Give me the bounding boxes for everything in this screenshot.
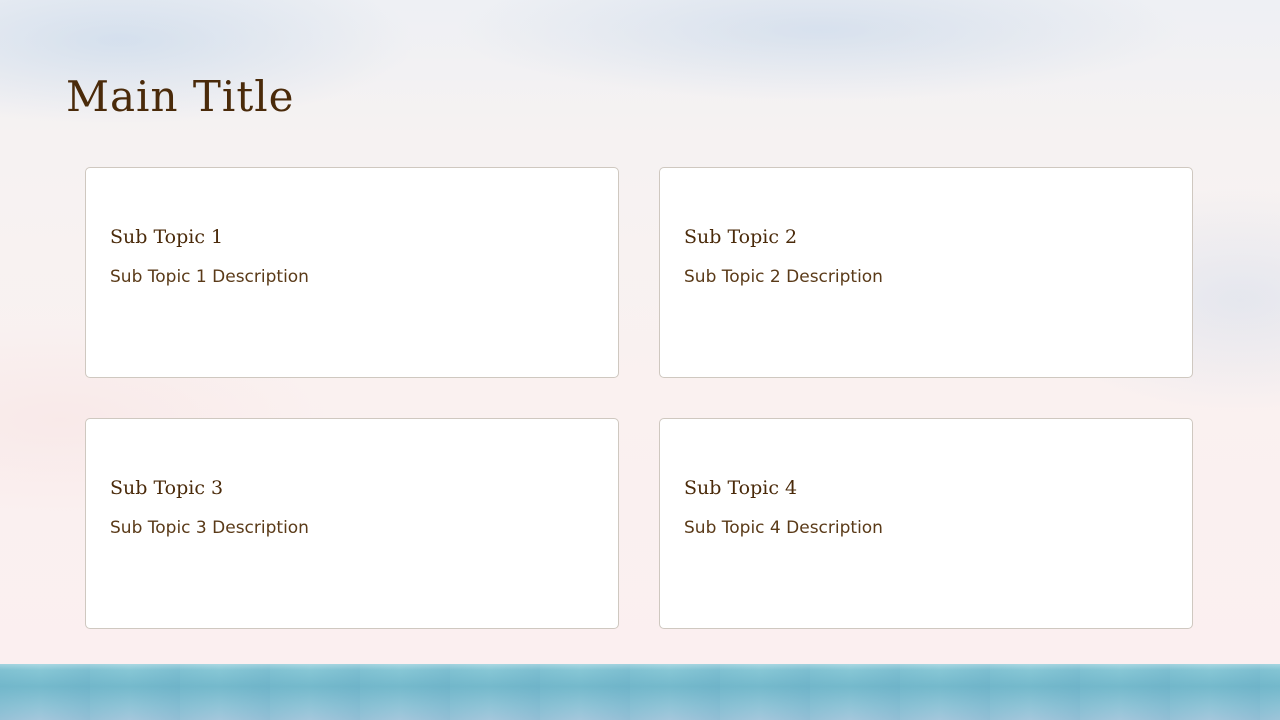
sub-topic-description: Sub Topic 1 Description: [110, 267, 309, 287]
sub-topic-card-2: Sub Topic 2 Sub Topic 2 Description: [659, 167, 1193, 378]
sub-topic-description: Sub Topic 2 Description: [684, 267, 883, 287]
slide-canvas: Main Title Sub Topic 1 Sub Topic 1 Descr…: [0, 0, 1280, 720]
main-title: Main Title: [66, 72, 295, 121]
sub-topic-title: Sub Topic 2: [684, 226, 798, 248]
sub-topic-card-3: Sub Topic 3 Sub Topic 3 Description: [85, 418, 619, 629]
sub-topic-title: Sub Topic 3: [110, 477, 224, 499]
sub-topic-description: Sub Topic 4 Description: [684, 518, 883, 538]
sub-topic-card-4: Sub Topic 4 Sub Topic 4 Description: [659, 418, 1193, 629]
sub-topic-description: Sub Topic 3 Description: [110, 518, 309, 538]
sea-background-strip: [0, 664, 1280, 720]
sub-topic-title: Sub Topic 1: [110, 226, 224, 248]
sub-topic-title: Sub Topic 4: [684, 477, 798, 499]
sub-topic-card-1: Sub Topic 1 Sub Topic 1 Description: [85, 167, 619, 378]
